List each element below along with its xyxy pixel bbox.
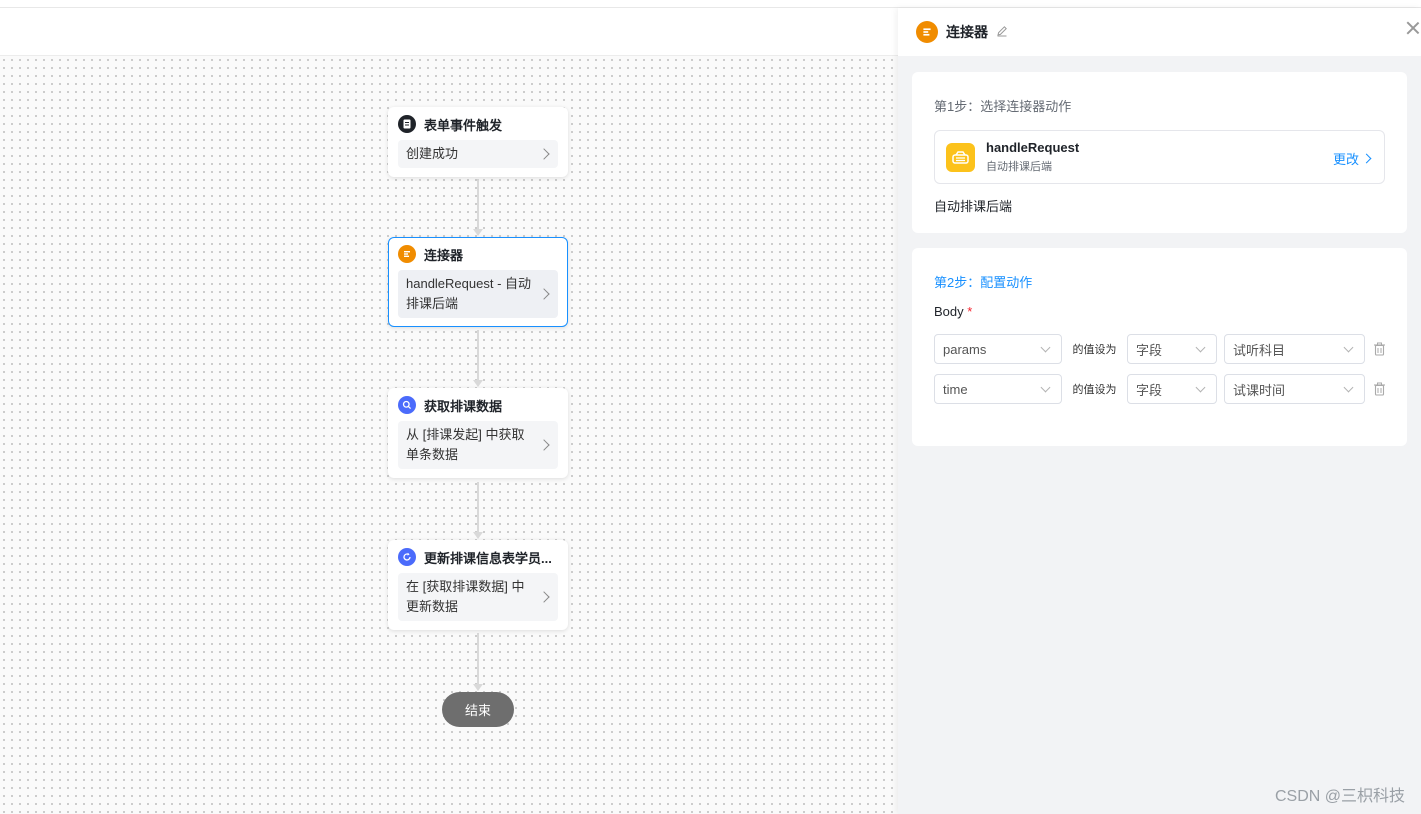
action-description: 自动排课后端 <box>986 161 1052 173</box>
chevron-right-icon <box>538 148 550 160</box>
value-type-select[interactable]: 字段 <box>1127 374 1217 404</box>
node-summary[interactable]: 在 [获取排课数据] 中更新数据 <box>398 573 558 621</box>
value-type-select-value: 字段 <box>1136 382 1163 398</box>
value-type-select-value: 字段 <box>1136 342 1163 358</box>
required-mark: * <box>967 304 973 319</box>
change-action-label: 更改 <box>1332 152 1359 167</box>
node-summary-text: 在 [获取排课数据] 中更新数据 <box>406 579 525 614</box>
panel-header: 连接器 <box>898 8 1421 56</box>
connector-config-panel: 连接器 第1步：选择连接器动作 handleRequest 自动排课后端 更改 … <box>898 8 1421 814</box>
assign-label: 的值设为 <box>1072 344 1117 356</box>
node-summary[interactable]: handleRequest - 自动排课后端 <box>398 270 558 318</box>
param-select[interactable]: params <box>934 334 1062 364</box>
param-row: time 的值设为 字段 试课时间 <box>934 374 1387 404</box>
body-label: Body <box>934 304 964 319</box>
chevron-right-icon <box>538 439 550 451</box>
chevron-right-icon <box>538 591 550 603</box>
end-node[interactable]: 结束 <box>442 692 514 727</box>
trash-icon[interactable] <box>1373 342 1387 356</box>
chevron-down-icon <box>1195 342 1206 353</box>
canvas-toolbar <box>0 8 898 56</box>
node-summary-text: 创建成功 <box>406 146 459 161</box>
chevron-down-icon <box>1195 382 1206 393</box>
flow-connector <box>473 482 483 539</box>
node-title: 表单事件触发 <box>424 117 503 133</box>
step1-card: 第1步：选择连接器动作 handleRequest 自动排课后端 更改 自动排课… <box>912 72 1407 233</box>
param-row: params 的值设为 字段 试听科目 <box>934 334 1387 364</box>
node-summary-text: handleRequest - 自动排课后端 <box>406 276 532 311</box>
chevron-down-icon <box>1040 382 1051 393</box>
connector-icon <box>398 245 416 263</box>
chevron-right-icon <box>1361 153 1372 164</box>
param-select[interactable]: time <box>934 374 1062 404</box>
flow-connector <box>473 330 483 387</box>
flow-node-get-data[interactable]: 获取排课数据 从 [排课发起] 中获取单条数据 <box>388 388 568 478</box>
field-select[interactable]: 试听科目 <box>1224 334 1365 364</box>
value-type-select[interactable]: 字段 <box>1127 334 1217 364</box>
flow-node-connector[interactable]: 连接器 handleRequest - 自动排课后端 <box>388 237 568 327</box>
body-label-row: Body * <box>934 304 972 319</box>
flow-node-form-trigger[interactable]: 表单事件触发 创建成功 <box>388 107 568 177</box>
field-select-value: 试听科目 <box>1233 342 1286 358</box>
chevron-down-icon <box>1343 342 1354 353</box>
step2-card: 第2步：配置动作 Body * params 的值设为 字段 试听科目 time <box>912 248 1407 446</box>
step1-label: 第1步：选择连接器动作 <box>934 99 1072 114</box>
flow-connector <box>473 179 483 236</box>
watermark: CSDN @三枳科技 <box>1274 788 1405 805</box>
flow-node-update-data[interactable]: 更新排课信息表学员... 在 [获取排课数据] 中更新数据 <box>388 540 568 630</box>
chevron-down-icon <box>1343 382 1354 393</box>
refresh-icon <box>398 548 416 566</box>
change-action-button[interactable]: 更改 <box>1332 149 1372 168</box>
connector-icon <box>916 21 938 43</box>
node-title: 连接器 <box>424 247 464 263</box>
assign-label: 的值设为 <box>1072 384 1117 396</box>
action-summary: 自动排课后端 <box>934 199 1013 214</box>
search-icon <box>398 396 416 414</box>
param-select-value: params <box>943 341 987 357</box>
top-bar <box>0 0 1421 8</box>
step2-label: 第2步：配置动作 <box>934 275 1033 290</box>
chevron-down-icon <box>1040 342 1051 353</box>
selected-action[interactable]: handleRequest 自动排课后端 更改 <box>934 130 1385 184</box>
trash-icon[interactable] <box>1373 382 1387 396</box>
flow-connector <box>473 633 483 691</box>
form-icon <box>398 115 416 133</box>
node-title: 更新排课信息表学员... <box>424 550 552 566</box>
field-select-value: 试课时间 <box>1233 382 1286 398</box>
edit-icon[interactable] <box>996 25 1008 40</box>
action-name: handleRequest <box>986 140 1080 155</box>
chevron-right-icon <box>538 288 550 300</box>
close-icon[interactable] <box>1405 20 1421 36</box>
node-summary[interactable]: 创建成功 <box>398 140 558 168</box>
param-select-value: time <box>943 381 968 397</box>
action-icon <box>946 142 975 172</box>
panel-title: 连接器 <box>946 24 988 40</box>
field-select[interactable]: 试课时间 <box>1224 374 1365 404</box>
node-title: 获取排课数据 <box>424 398 503 414</box>
node-summary-text: 从 [排课发起] 中获取单条数据 <box>406 427 525 462</box>
node-summary[interactable]: 从 [排课发起] 中获取单条数据 <box>398 421 558 469</box>
